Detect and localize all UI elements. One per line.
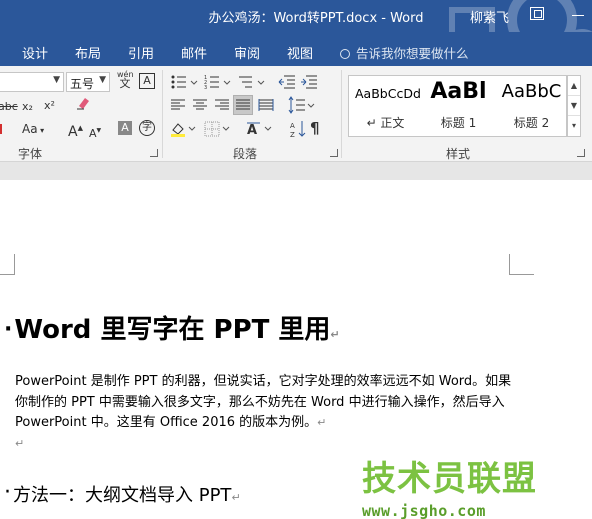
- line-spacing-icon[interactable]: [288, 96, 316, 114]
- style-heading-2[interactable]: AaBbC 标题 2: [495, 76, 566, 136]
- font-color-swatch[interactable]: [0, 124, 2, 134]
- document-page[interactable]: ·Word 里写字在 PPT 里用↵ PowerPoint 是制作 PPT 的利…: [0, 180, 592, 519]
- align-left-icon[interactable]: [170, 98, 186, 112]
- heading-2-text: 方法一：大纲文档导入 PPT: [13, 485, 232, 506]
- tab-mailings[interactable]: 邮件: [181, 43, 207, 62]
- tell-me-search[interactable]: 告诉我你想要做什么: [340, 43, 469, 62]
- sort-icon[interactable]: AZ: [289, 120, 307, 139]
- paragraph-mark: ↵: [231, 491, 241, 504]
- svg-text:A: A: [247, 123, 257, 138]
- tab-design[interactable]: 设计: [22, 43, 48, 62]
- chevron-down-icon: ▼: [99, 75, 106, 85]
- subscript-button[interactable]: x₂: [22, 99, 33, 115]
- character-border-button[interactable]: A: [139, 73, 155, 89]
- gallery-more-icon[interactable]: ▾: [568, 116, 580, 136]
- heading-bullet-icon: ·: [4, 480, 11, 505]
- tell-me-label: 告诉我你想要做什么: [356, 46, 469, 61]
- heading-1: ·Word 里写字在 PPT 里用↵: [4, 309, 340, 346]
- gallery-down-icon[interactable]: ▼: [568, 96, 580, 116]
- paragraph-mark: ↵: [330, 328, 340, 341]
- watermark-title: 技术员联盟: [362, 459, 537, 499]
- enclose-characters-button[interactable]: 字: [139, 120, 155, 136]
- distributed-icon[interactable]: [258, 98, 274, 112]
- watermark-url: www.jsgho.com: [362, 502, 486, 519]
- change-case-button[interactable]: Aa ▾: [22, 121, 44, 139]
- style-heading-1-sample: AaBl: [430, 79, 487, 104]
- ribbon-tabs: 设计 布局 引用 邮件 审阅 视图 告诉我你想要做什么: [0, 32, 592, 66]
- style-normal-sample: AaBbCcDd: [355, 86, 421, 101]
- chevron-down-icon: ▼: [53, 75, 60, 85]
- bullets-icon[interactable]: [170, 74, 200, 90]
- decrease-indent-icon[interactable]: [278, 74, 296, 90]
- character-shading-button[interactable]: A: [118, 121, 132, 135]
- style-heading-2-sample: AaBbC: [501, 81, 562, 102]
- group-separator: [341, 70, 342, 158]
- styles-group-label: 样式: [446, 147, 471, 161]
- ribbon: ▼ 五号 ▼ wén 文 A abc x₂ x² Aa ▾ A▲ A▼ A 字 字体…: [0, 66, 592, 162]
- phonetic-guide-button[interactable]: wén 文: [117, 70, 134, 90]
- shading-icon[interactable]: [170, 121, 198, 137]
- tab-review[interactable]: 审阅: [234, 43, 260, 62]
- styles-dialog-launcher-icon[interactable]: [577, 149, 585, 157]
- paragraph-group-label: 段落: [233, 147, 258, 161]
- heading-1-text: Word 里写字在 PPT 里用: [14, 315, 331, 345]
- group-separator: [162, 70, 163, 158]
- shrink-font-label: A: [89, 127, 97, 140]
- font-dialog-launcher-icon[interactable]: [150, 149, 158, 157]
- margin-corner-mark: [14, 254, 15, 274]
- title-bar: 办公鸡汤：Word转PPT.docx - Word 柳紫飞: [0, 0, 592, 32]
- tab-view[interactable]: 视图: [287, 43, 313, 62]
- font-name-combo[interactable]: ▼: [0, 72, 64, 92]
- style-heading-2-name: 标题 2: [513, 116, 550, 130]
- gallery-up-icon[interactable]: ▲: [568, 76, 580, 96]
- increase-indent-icon[interactable]: [300, 74, 318, 90]
- clear-formatting-icon[interactable]: [76, 96, 90, 110]
- signed-in-user[interactable]: 柳紫飞: [470, 7, 509, 26]
- show-hide-marks-icon[interactable]: ¶: [310, 120, 324, 138]
- paragraph-mark: ↵: [317, 416, 327, 429]
- change-case-label: Aa: [22, 122, 38, 136]
- styles-gallery: AaBbCcDd ↵ 正文 AaBl 标题 1 AaBbC 标题 2: [348, 75, 567, 137]
- tab-layout[interactable]: 布局: [75, 43, 101, 62]
- svg-text:A: A: [290, 122, 295, 130]
- font-size-combo[interactable]: 五号 ▼: [66, 72, 110, 92]
- tab-references[interactable]: 引用: [128, 43, 154, 62]
- numbering-icon[interactable]: 123: [204, 74, 234, 91]
- margin-corner-mark: [509, 254, 510, 274]
- margin-corner-mark: [0, 274, 15, 275]
- style-heading-1-name: 标题 1: [440, 116, 477, 130]
- grow-font-label: A: [68, 124, 78, 140]
- heading-2: · 方法一：大纲文档导入 PPT↵: [4, 480, 241, 507]
- body-paragraph-text: PowerPoint 是制作 PPT 的利器，但说实话，它对字处理的效率远远不如…: [15, 374, 512, 430]
- style-heading-1[interactable]: AaBl 标题 1: [422, 76, 495, 136]
- svg-text:3: 3: [204, 85, 207, 90]
- styles-gallery-scroll: ▲ ▼ ▾: [567, 75, 581, 137]
- justify-icon[interactable]: [233, 95, 253, 115]
- phonetic-guide-char: 文: [119, 77, 131, 90]
- align-center-icon[interactable]: [192, 98, 208, 112]
- superscript-button[interactable]: x²: [44, 98, 55, 114]
- site-watermark: 技术员联盟 www.jsgho.com: [362, 451, 552, 519]
- ribbon-display-options-icon[interactable]: [530, 7, 544, 20]
- align-right-icon[interactable]: [214, 98, 230, 112]
- style-normal-name: ↵ 正文: [366, 116, 405, 130]
- multilevel-list-icon[interactable]: [238, 74, 268, 90]
- minimize-button[interactable]: [572, 15, 584, 16]
- asian-layout-icon[interactable]: A: [246, 120, 274, 138]
- paragraph-dialog-launcher-icon[interactable]: [330, 149, 338, 157]
- style-normal[interactable]: AaBbCcDd ↵ 正文: [349, 76, 422, 136]
- grow-font-button[interactable]: A▲: [68, 120, 83, 140]
- borders-icon[interactable]: [204, 121, 232, 137]
- shrink-font-button[interactable]: A▼: [89, 123, 101, 142]
- svg-text:Z: Z: [290, 131, 295, 138]
- font-group-label: 字体: [18, 147, 43, 161]
- strikethrough-button[interactable]: abc: [0, 99, 18, 115]
- margin-corner-mark: [509, 274, 534, 275]
- body-paragraph: PowerPoint 是制作 PPT 的利器，但说实话，它对字处理的效率远远不如…: [15, 372, 515, 454]
- document-background: [0, 162, 592, 180]
- heading-bullet-icon: ·: [4, 317, 13, 342]
- lightbulb-icon: [340, 49, 350, 59]
- font-size-value: 五号: [70, 77, 95, 91]
- empty-paragraph-mark: ↵: [15, 436, 25, 450]
